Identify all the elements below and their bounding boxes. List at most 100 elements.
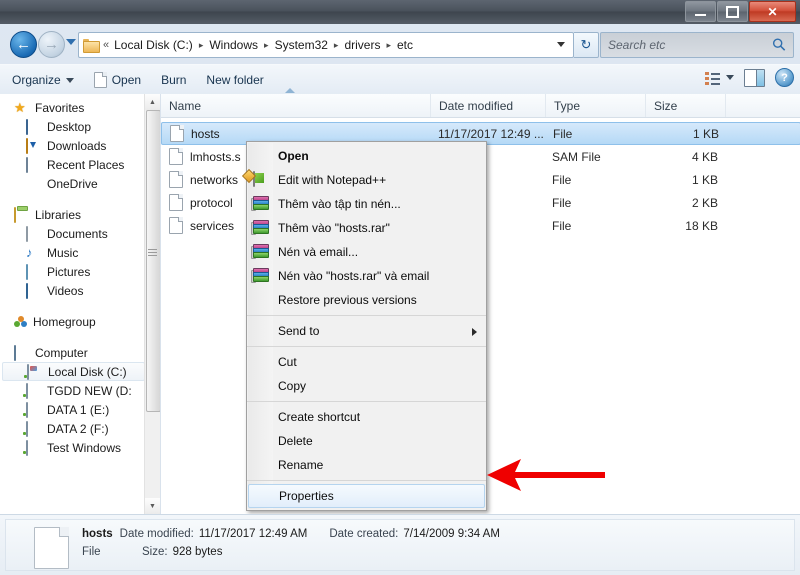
search-placeholder: Search etc	[608, 38, 666, 52]
minimize-button[interactable]	[685, 1, 716, 22]
sidebar-group-label: Computer	[35, 345, 88, 360]
context-menu-item-create-shortcut[interactable]: Create shortcut	[247, 405, 486, 429]
sidebar-item-pictures[interactable]: Pictures	[0, 262, 145, 281]
drive-icon	[26, 439, 28, 456]
context-menu-item-open[interactable]: Open	[247, 144, 486, 168]
breadcrumb-item-1[interactable]: Windows	[207, 38, 260, 52]
context-menu-item-delete[interactable]: Delete	[247, 429, 486, 453]
column-header-type[interactable]: Type	[546, 94, 646, 117]
chevron-down-icon	[726, 75, 734, 80]
maximize-button[interactable]	[717, 1, 748, 22]
title-bar: ✕	[0, 0, 800, 24]
homegroup-icon	[14, 315, 28, 328]
organize-label: Organize	[12, 73, 61, 87]
context-menu-item-properties[interactable]: Properties	[248, 484, 485, 508]
context-menu-item-add-to-archive[interactable]: Thêm vào tập tin nén...	[247, 192, 486, 216]
preview-pane-icon[interactable]	[744, 68, 765, 87]
breadcrumb-item-2[interactable]: System32	[273, 38, 330, 52]
column-header-name[interactable]: Name	[161, 88, 431, 117]
column-header-filler	[726, 94, 800, 117]
column-label: Size	[654, 98, 678, 113]
context-menu-item-copy[interactable]: Copy	[247, 374, 486, 398]
sidebar-group-homegroup[interactable]: Homegroup	[0, 312, 145, 331]
forward-button[interactable]: →	[38, 31, 65, 58]
menu-separator	[247, 346, 486, 347]
search-input[interactable]: Search etc	[600, 32, 794, 58]
breadcrumb-overflow-icon[interactable]: «	[103, 39, 112, 51]
menu-item-label: Nén và email...	[278, 245, 359, 259]
column-header-date-modified[interactable]: Date modified	[431, 94, 546, 117]
context-menu-item-restore-previous-versions[interactable]: Restore previous versions	[247, 288, 486, 312]
breadcrumb-sep-icon: ▸	[386, 39, 391, 50]
file-icon	[169, 148, 183, 165]
command-toolbar: Organize Open Burn New folder ?	[0, 64, 800, 96]
breadcrumb-item-3[interactable]: drivers	[342, 38, 382, 52]
sidebar-item-onedrive[interactable]: OneDrive	[0, 174, 145, 193]
file-size-cell: 1 KB	[691, 172, 718, 187]
context-menu-item-edit-with-notepadpp[interactable]: Edit with Notepad++	[241, 168, 486, 192]
downloads-icon	[26, 137, 28, 154]
scroll-up-icon[interactable]: ▲	[145, 94, 160, 110]
scroll-down-icon[interactable]: ▼	[145, 498, 160, 514]
menu-item-label: Rename	[278, 458, 324, 472]
file-name: lmhosts.s	[190, 149, 241, 164]
file-size-cell: 2 KB	[691, 195, 718, 210]
breadcrumb-sep-icon: ▸	[333, 39, 339, 50]
context-menu-item-rename[interactable]: Rename	[247, 453, 486, 477]
sidebar-item-test-windows[interactable]: Test Windows	[0, 438, 145, 457]
sidebar-item-data-2-f[interactable]: DATA 2 (F:)	[0, 419, 145, 438]
menu-separator	[247, 315, 486, 316]
navigation-pane: ★ Favorites Desktop Downloads Recent Pla…	[0, 94, 160, 514]
sidebar-group-libraries[interactable]: Libraries	[0, 205, 145, 224]
file-type-cell: File	[552, 218, 572, 233]
menu-item-label: Properties	[279, 489, 334, 503]
sidebar-item-downloads[interactable]: Downloads	[0, 136, 145, 155]
context-menu-item-add-to-hosts-rar[interactable]: Thêm vào "hosts.rar"	[247, 216, 486, 240]
breadcrumb-item-0[interactable]: Local Disk (C:)	[112, 38, 195, 52]
sidebar-group-favorites[interactable]: ★ Favorites	[0, 98, 145, 117]
notepad-plus-plus-icon	[241, 168, 269, 188]
back-button[interactable]: ←	[10, 31, 37, 58]
toolbar-right-group: ?	[705, 68, 794, 87]
sidebar-item-documents[interactable]: Documents	[0, 224, 145, 243]
sidebar-item-tgdd-new-d[interactable]: TGDD NEW (D:	[0, 381, 145, 400]
details-line-2: File Size: 928 bytes	[82, 546, 522, 558]
close-button[interactable]: ✕	[749, 1, 796, 22]
sidebar-item-desktop[interactable]: Desktop	[0, 117, 145, 136]
recent-locations-icon[interactable]	[66, 39, 76, 45]
context-menu-item-cut[interactable]: Cut	[247, 350, 486, 374]
file-type-cell: File	[553, 126, 573, 141]
change-view-button[interactable]	[705, 71, 734, 85]
column-headers: Name Date modified Type Size	[161, 88, 800, 118]
menu-item-label: Delete	[278, 434, 313, 448]
refresh-button[interactable]: ↻	[574, 32, 599, 58]
sidebar-group-computer[interactable]: Computer	[0, 343, 145, 362]
sidebar-item-recent-places[interactable]: Recent Places	[0, 155, 145, 174]
column-header-size[interactable]: Size	[646, 94, 726, 117]
details-date-modified-value: 11/17/2017 12:49 AM	[198, 528, 308, 540]
address-bar[interactable]: « Local Disk (C:) ▸ Windows ▸ System32 ▸…	[78, 32, 574, 58]
sort-ascending-icon	[285, 88, 295, 93]
open-button[interactable]: Open	[86, 68, 149, 92]
burn-button[interactable]: Burn	[153, 68, 194, 92]
organize-button[interactable]: Organize	[4, 68, 82, 92]
breadcrumb-sep-icon: ▸	[198, 39, 204, 50]
new-folder-button[interactable]: New folder	[198, 68, 271, 92]
context-menu-item-send-to[interactable]: Send to	[247, 319, 486, 343]
context-menu-item-compress-and-email[interactable]: Nén và email...	[247, 240, 486, 264]
sidebar-item-local-disk-c[interactable]: Local Disk (C:)	[2, 362, 145, 381]
sidebar-item-music[interactable]: ♪ Music	[0, 243, 145, 262]
breadcrumb-item-4[interactable]: etc	[395, 38, 415, 52]
column-label: Name	[169, 98, 202, 113]
chevron-down-icon	[65, 77, 74, 83]
sidebar-item-videos[interactable]: Videos	[0, 281, 145, 300]
help-icon[interactable]: ?	[775, 68, 794, 87]
sidebar-item-label: DATA 1 (E:)	[47, 402, 110, 417]
sidebar-item-data-1-e[interactable]: DATA 1 (E:)	[0, 400, 145, 419]
scrollbar-thumb[interactable]	[146, 110, 160, 412]
address-dropdown-icon[interactable]	[557, 42, 565, 47]
menu-item-label: Create shortcut	[278, 410, 361, 424]
navigation-scrollbar[interactable]: ▲ ▼	[144, 94, 160, 514]
details-size-label: Size:	[142, 546, 168, 558]
context-menu-item-compress-to-hosts-rar-and-email[interactable]: Nén vào "hosts.rar" và email	[247, 264, 486, 288]
